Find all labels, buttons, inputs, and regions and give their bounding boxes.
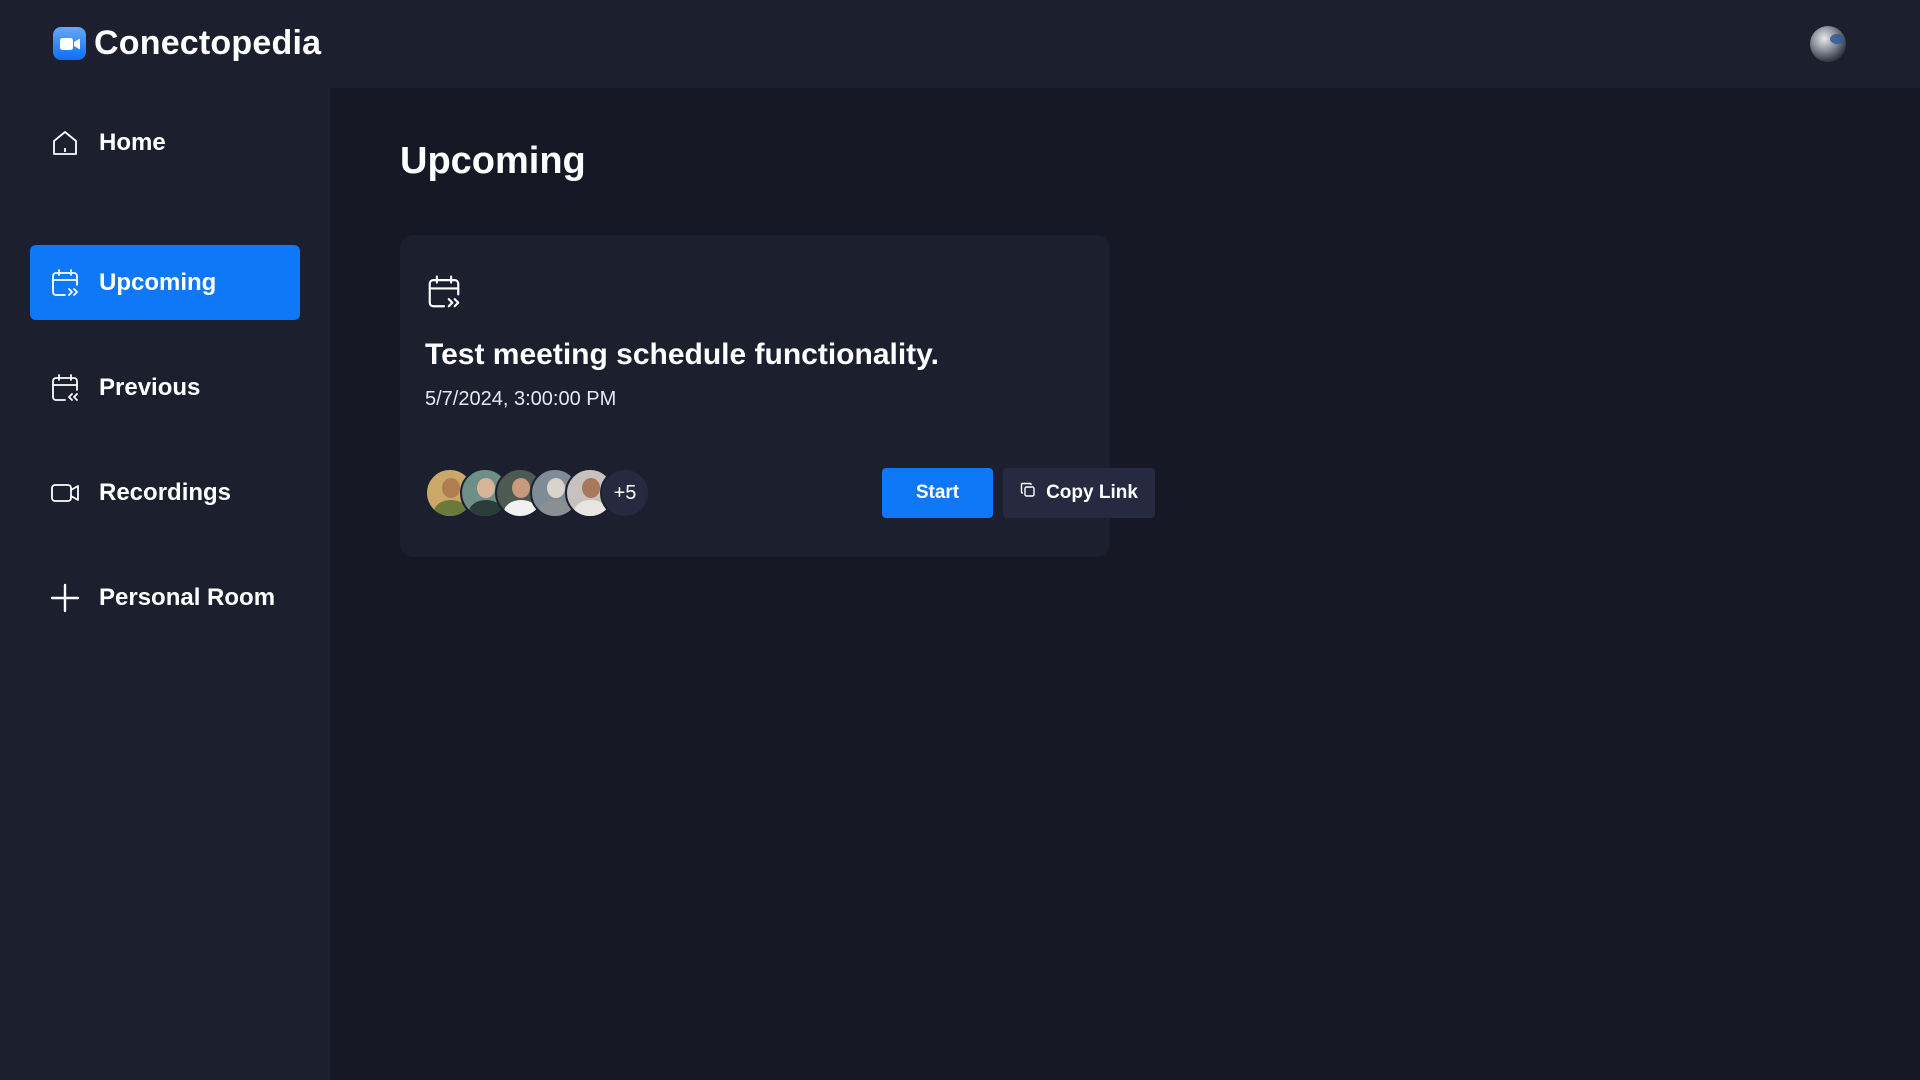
user-avatar[interactable] <box>1810 26 1846 62</box>
sidebar-item-label: Upcoming <box>99 268 217 296</box>
more-attendees-badge: +5 <box>600 468 650 518</box>
copy-icon <box>1020 482 1036 504</box>
meeting-card: Test meeting schedule functionality. 5/7… <box>400 235 1155 557</box>
video-icon <box>49 477 81 509</box>
brand[interactable]: Conectopedia <box>53 24 321 63</box>
sidebar-item-label: Personal Room <box>99 583 276 611</box>
copy-link-label: Copy Link <box>1046 482 1138 503</box>
sidebar-item-previous[interactable]: Previous <box>30 350 300 425</box>
meeting-title: Test meeting schedule functionality. <box>425 338 939 371</box>
top-bar: Conectopedia <box>0 0 1920 88</box>
page-title: Upcoming <box>400 140 586 182</box>
meeting-date: 5/7/2024, 3:00:00 PM <box>425 388 617 410</box>
main-content: Upcoming Test meeting schedule functiona… <box>330 88 1920 1080</box>
sidebar-item-personal-room[interactable]: Personal Room <box>30 560 300 635</box>
calendar-upcoming-icon <box>49 267 81 299</box>
sidebar-item-home[interactable]: Home <box>30 105 300 180</box>
home-icon <box>49 127 81 159</box>
sidebar-item-label: Home <box>99 128 166 156</box>
calendar-upcoming-icon <box>425 273 463 311</box>
sidebar-item-label: Previous <box>99 373 201 401</box>
app-name: Conectopedia <box>94 24 322 62</box>
calendar-previous-icon <box>49 372 81 404</box>
attendee-avatars: +5 <box>425 468 655 518</box>
sidebar-item-upcoming[interactable]: Upcoming <box>30 245 300 320</box>
plus-icon <box>49 582 81 614</box>
sidebar-item-recordings[interactable]: Recordings <box>30 455 300 530</box>
sidebar: Home Upcoming Previous Recordings Person… <box>0 88 330 1080</box>
start-button[interactable]: Start <box>882 468 993 518</box>
video-camera-logo-icon <box>53 27 86 60</box>
copy-link-button[interactable]: Copy Link <box>1003 468 1155 518</box>
sidebar-item-label: Recordings <box>99 478 232 506</box>
